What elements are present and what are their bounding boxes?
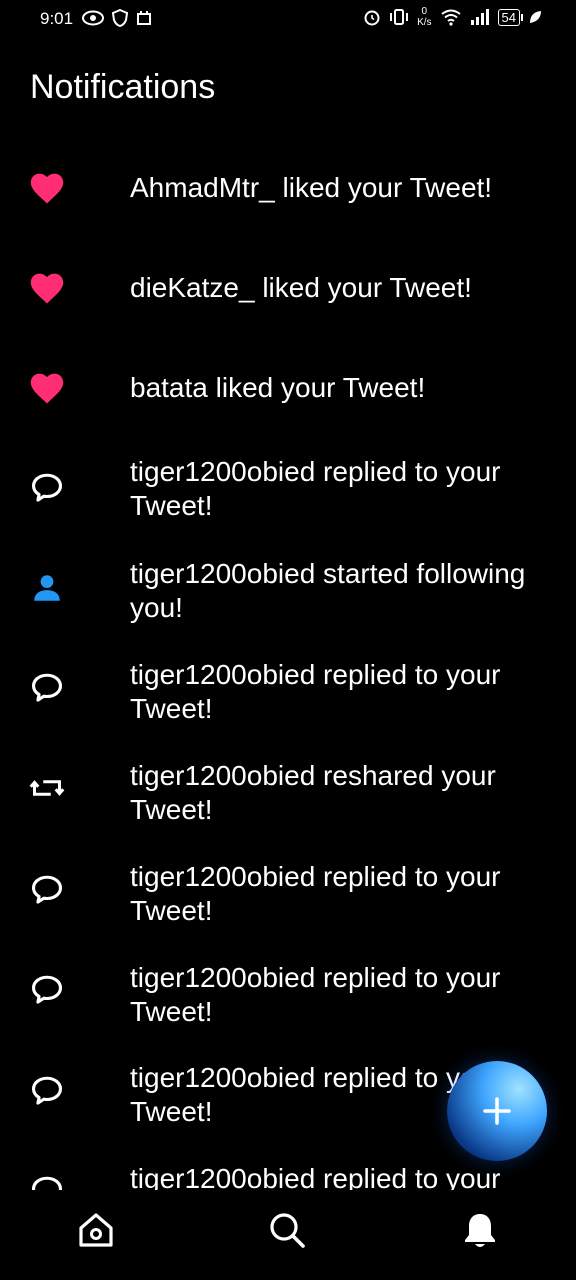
page-title: Notifications (30, 68, 216, 106)
notification-text: tiger1200obied replied to your Tweet! (130, 456, 501, 521)
notification-text: tiger1200obied started following you! (130, 558, 526, 623)
alarm-icon (364, 10, 380, 26)
vibrate-icon (390, 9, 409, 25)
notification-item[interactable]: tiger1200obied replied to your Tweet! (0, 440, 576, 536)
notification-item[interactable]: tiger1200obied reshared your Tweet! (0, 740, 576, 836)
comment-icon (28, 971, 66, 1009)
notifications-list[interactable]: AhmadMtr_ liked your Tweet! dieKatze_ li… (0, 140, 576, 1190)
notification-item[interactable]: tiger1200obied replied to your Tweet! (0, 942, 576, 1038)
nav-search-button[interactable] (265, 1208, 309, 1252)
notification-item[interactable]: tiger1200obied replied to your Tweet! (0, 640, 576, 736)
nav-notifications-button[interactable] (458, 1208, 502, 1252)
compose-button[interactable] (447, 1061, 547, 1161)
notification-app-icon (137, 11, 151, 25)
notification-item[interactable]: dieKatze_ liked your Tweet! (0, 240, 576, 336)
notification-text: tiger1200obied replied to your Tweet! (130, 659, 501, 724)
plus-icon (483, 1097, 511, 1125)
home-icon (79, 1213, 113, 1247)
notification-text: batata liked your Tweet! (130, 372, 426, 403)
notification-text: tiger1200obied replied to your Tweet! (130, 861, 501, 926)
battery-indicator: 54 (497, 8, 524, 26)
heart-icon (28, 369, 66, 407)
shield-icon (112, 9, 128, 27)
eye-icon (82, 10, 104, 26)
status-time: 9:01 (40, 9, 74, 28)
notification-text: tiger1200obied reshared your Tweet! (130, 760, 496, 825)
person-icon (28, 569, 66, 607)
network-speed: 0 K/s (417, 6, 432, 28)
bell-icon (465, 1214, 495, 1247)
notification-text: tiger1200obied replied to your Tweet! (130, 1163, 501, 1190)
comment-icon (28, 669, 66, 707)
notification-item[interactable]: tiger1200obied started following you! (0, 540, 576, 636)
status-bar: 9:01 0 K/s 54 (0, 0, 576, 40)
wifi-icon (440, 9, 461, 26)
bottom-navigation (0, 1190, 576, 1280)
search-icon (270, 1213, 305, 1248)
notification-item[interactable]: tiger1200obied replied to your Tweet! (0, 842, 576, 938)
heart-icon (28, 169, 66, 207)
comment-icon (28, 871, 66, 909)
nav-home-button[interactable] (74, 1208, 118, 1252)
notification-text: AhmadMtr_ liked your Tweet! (130, 172, 493, 203)
notification-item[interactable]: AhmadMtr_ liked your Tweet! (0, 140, 576, 236)
comment-icon (28, 469, 66, 507)
notification-text: tiger1200obied replied to your Tweet! (130, 962, 501, 1027)
heart-icon (28, 269, 66, 307)
comment-icon (28, 1172, 66, 1190)
leaf-icon (530, 11, 541, 23)
signal-icon (470, 9, 489, 25)
retweet-icon (28, 769, 66, 807)
notification-text: dieKatze_ liked your Tweet! (130, 272, 472, 303)
comment-icon (28, 1072, 66, 1110)
notification-item[interactable]: batata liked your Tweet! (0, 340, 576, 436)
